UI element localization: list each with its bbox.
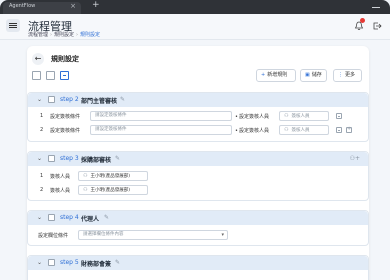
row-number: 2 bbox=[40, 127, 44, 133]
step-checkbox[interactable] bbox=[48, 259, 55, 266]
logout-icon[interactable] bbox=[372, 21, 382, 31]
approver-placeholder: 簽核人員 bbox=[291, 114, 310, 119]
field-condition-row: 設定欄位條件 請選擇欄位條件內容 ▾ bbox=[28, 230, 370, 241]
step-header[interactable]: ⌄ step 3 採購部審核 ✎ ⚇+ bbox=[28, 152, 368, 166]
chevron-down-icon[interactable]: ⌄ bbox=[37, 155, 42, 162]
person-icon: ⚇ bbox=[284, 127, 289, 133]
chevron-down-icon[interactable]: ⌄ bbox=[37, 259, 42, 266]
minimize-icon[interactable] bbox=[372, 7, 380, 8]
back-button[interactable]: ← bbox=[32, 53, 44, 65]
add-rule-label: 新增規則 bbox=[267, 72, 288, 78]
step-card: ⌄ step 4 代理人 ✎ 設定欄位條件 請選擇欄位條件內容 ▾ bbox=[27, 210, 369, 246]
row-number: 1 bbox=[40, 113, 44, 119]
more-icon: ⋮ bbox=[338, 72, 343, 78]
step-name: 部門主管審核 bbox=[81, 98, 118, 105]
step-checkbox[interactable] bbox=[48, 214, 55, 221]
edit-icon[interactable]: ✎ bbox=[104, 214, 109, 221]
bullet: • bbox=[235, 128, 238, 134]
approver-field[interactable]: ⚇ 王小明(產品發展部) bbox=[78, 185, 148, 195]
step-name: 代理人 bbox=[81, 216, 100, 223]
chevron-down-icon[interactable]: ⌄ bbox=[37, 214, 42, 221]
bullet: • bbox=[235, 114, 238, 120]
condition-field[interactable]: 請設定簽核條件 bbox=[90, 111, 232, 121]
tab-title: AgentFlow bbox=[9, 3, 36, 9]
condition-field[interactable]: 請設定簽核條件 bbox=[90, 125, 232, 135]
collapse-icon[interactable] bbox=[60, 71, 69, 80]
menu-icon[interactable] bbox=[6, 19, 20, 32]
chevron-down-icon: ▾ bbox=[221, 232, 224, 238]
page-title: 規則設定 bbox=[51, 55, 79, 63]
approver-field[interactable]: ⚇ 簽核人員 bbox=[279, 111, 329, 121]
save-label: 儲存 bbox=[311, 72, 322, 78]
approver-label: 簽核人員 bbox=[50, 188, 71, 194]
person-icon: ⚇ bbox=[284, 113, 289, 119]
add-user-icon[interactable]: ⚇+ bbox=[350, 155, 360, 162]
more-label: 更多 bbox=[345, 72, 356, 78]
step-checkbox[interactable] bbox=[48, 155, 55, 162]
app-header: 流程管理 流程管理 › 規則設定 › 規則設定 bbox=[0, 14, 390, 40]
approver-label: 設定簽核人員 bbox=[239, 114, 270, 120]
person-icon: ⚇ bbox=[83, 173, 88, 179]
edit-icon[interactable]: ✎ bbox=[115, 155, 120, 162]
approver-label: 簽核人員 bbox=[50, 174, 71, 180]
approver-value: 王小明(產品發展部) bbox=[90, 188, 130, 193]
step-header[interactable]: ⌄ step 5 財務部會簽 ✎ bbox=[28, 256, 368, 270]
chevron-down-icon[interactable]: ⌄ bbox=[37, 96, 42, 103]
rule-settings-card: ← 規則設定 + 新增規則 ▣ 儲存 ⋮ 更多 ⌄ step 2 部門主管審核 ✎ bbox=[27, 46, 369, 280]
approver-value: 王小明(產品發展部) bbox=[90, 174, 130, 179]
edit-icon[interactable]: ✎ bbox=[115, 259, 120, 266]
breadcrumb-item[interactable]: 流程管理 bbox=[28, 32, 48, 38]
step-name: 財務部會簽 bbox=[81, 261, 112, 268]
approver-row: 1 簽核人員 ⚇ 王小明(產品發展部) bbox=[28, 171, 370, 182]
step-label: step 2 bbox=[60, 96, 79, 103]
approver-label: 設定簽核人員 bbox=[239, 128, 270, 134]
step-card: ⌄ step 5 財務部會簽 ✎ bbox=[27, 255, 369, 280]
add-square-icon[interactable] bbox=[46, 71, 55, 80]
condition-row: 2 設定簽核條件 請設定簽核條件 • 設定簽核人員 ⚇ 簽核人員 bbox=[28, 125, 370, 136]
plus-icon: + bbox=[261, 72, 266, 78]
app-window: AgentFlow × + 流程管理 流程管理 › 規則設定 › 規則設定 ← 規則設定 bbox=[0, 0, 390, 280]
step-checkbox[interactable] bbox=[48, 96, 55, 103]
approver-placeholder: 簽核人員 bbox=[291, 128, 310, 133]
row-number: 2 bbox=[40, 187, 44, 193]
add-row-icon[interactable] bbox=[346, 126, 352, 133]
field-condition-label: 設定欄位條件 bbox=[38, 233, 69, 239]
save-button[interactable]: ▣ 儲存 bbox=[300, 69, 327, 82]
browser-tab[interactable]: AgentFlow × bbox=[3, 2, 81, 14]
edit-icon[interactable]: ✎ bbox=[120, 96, 125, 103]
approver-field[interactable]: ⚇ 王小明(產品發展部) bbox=[78, 171, 148, 181]
save-icon: ▣ bbox=[305, 72, 310, 78]
notification-badge bbox=[360, 18, 365, 23]
row-number: 1 bbox=[40, 173, 44, 179]
breadcrumb-current: 規則設定 bbox=[80, 32, 101, 38]
approver-field[interactable]: ⚇ 簽核人員 bbox=[279, 125, 329, 135]
new-tab-icon[interactable]: + bbox=[92, 0, 100, 10]
field-condition-select[interactable]: 請選擇欄位條件內容 ▾ bbox=[78, 230, 228, 240]
delete-icon[interactable] bbox=[32, 71, 41, 80]
step-name: 採購部審核 bbox=[81, 157, 112, 164]
step-card: ⌄ step 2 部門主管審核 ✎ 1 設定簽核條件 請設定簽核條件 • 設定簽… bbox=[27, 92, 369, 142]
field-condition-placeholder: 請選擇欄位條件內容 bbox=[83, 232, 124, 237]
more-button[interactable]: ⋮ 更多 bbox=[333, 69, 362, 82]
approver-row: 2 簽核人員 ⚇ 王小明(產品發展部) bbox=[28, 185, 370, 196]
step-header[interactable]: ⌄ step 4 代理人 ✎ bbox=[28, 211, 368, 225]
person-icon: ⚇ bbox=[83, 187, 88, 193]
breadcrumb-separator: › bbox=[76, 32, 79, 38]
step-label: step 5 bbox=[60, 259, 79, 266]
breadcrumb: 流程管理 › 規則設定 › 規則設定 bbox=[28, 31, 100, 38]
step-label: step 3 bbox=[60, 155, 79, 162]
condition-label: 設定簽核條件 bbox=[50, 128, 81, 134]
breadcrumb-separator: › bbox=[50, 32, 53, 38]
condition-row: 1 設定簽核條件 請設定簽核條件 • 設定簽核人員 ⚇ 簽核人員 bbox=[28, 111, 370, 122]
browser-tab-bar: AgentFlow × + bbox=[0, 0, 390, 14]
condition-label: 設定簽核條件 bbox=[50, 114, 81, 120]
step-card: ⌄ step 3 採購部審核 ✎ ⚇+ 1 簽核人員 ⚇ 王小明(產品發展部) 2… bbox=[27, 151, 369, 201]
tab-close-icon[interactable]: × bbox=[70, 2, 76, 10]
add-rule-button[interactable]: + 新增規則 bbox=[256, 69, 296, 82]
breadcrumb-item[interactable]: 規則設定 bbox=[54, 32, 74, 38]
step-label: step 4 bbox=[60, 214, 79, 221]
step-header[interactable]: ⌄ step 2 部門主管審核 ✎ bbox=[28, 93, 368, 107]
remove-row-icon[interactable] bbox=[336, 127, 342, 133]
remove-row-icon[interactable] bbox=[336, 113, 342, 119]
